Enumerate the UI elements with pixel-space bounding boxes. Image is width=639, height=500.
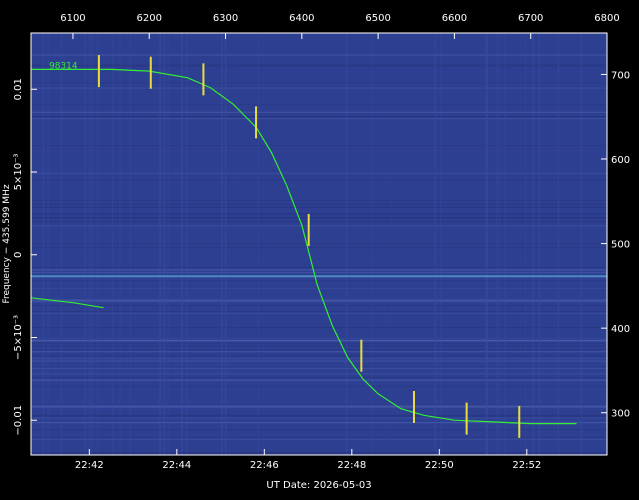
plot-area: 98314 [30, 32, 607, 455]
y-axis-label: Frequency − 435.599 MHz [2, 184, 12, 303]
y-right-tick-label: 300 [611, 409, 630, 420]
x-top-tick-label: 6300 [213, 13, 238, 24]
y-tick-label: 5×10⁻³ [13, 154, 24, 191]
x-top-tick-label: 6700 [518, 13, 543, 24]
x-top-tick-label: 6200 [137, 13, 162, 24]
legend-label-98314: 98314 [49, 61, 78, 71]
x-tick-label: 22:46 [250, 460, 279, 471]
x-tick-label: 22:44 [162, 460, 191, 471]
x-tick-label: 22:52 [512, 460, 541, 471]
x-tick-label: 22:42 [75, 460, 104, 471]
x-top-tick-label: 6100 [60, 13, 85, 24]
spectrogram-figure: 98314 22:42 22:44 22:46 22:48 22:50 22:52 610… [2, 13, 630, 491]
y-right-tick-label: 400 [611, 324, 630, 335]
x-axis-label: UT Date: 2026-05-03 [266, 480, 371, 491]
y-tick-label: 0.01 [13, 78, 24, 100]
y-right-tick-label: 700 [611, 70, 630, 81]
y-tick-label: −0.01 [13, 405, 24, 436]
x-top-tick-label: 6800 [594, 13, 619, 24]
x-top-tick-label: 6500 [365, 13, 390, 24]
y-tick-label: −5×10⁻³ [13, 315, 24, 360]
x-tick-label: 22:48 [337, 460, 366, 471]
y-right-tick-label: 600 [611, 155, 630, 166]
x-top-tick-label: 6400 [289, 13, 314, 24]
y-right-tick-label: 500 [611, 240, 630, 251]
plot-background [31, 33, 607, 455]
x-top-tick-label: 6600 [442, 13, 467, 24]
y-tick-label: 0 [13, 252, 24, 258]
x-tick-label: 22:50 [425, 460, 454, 471]
